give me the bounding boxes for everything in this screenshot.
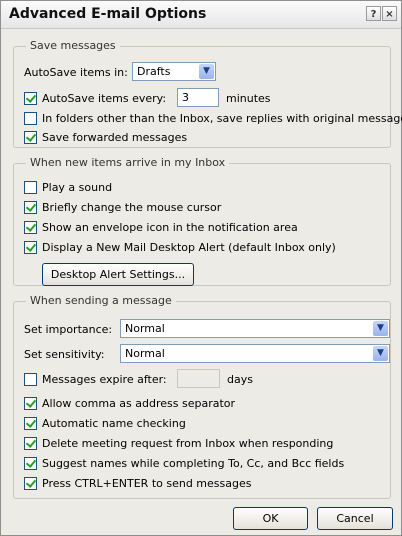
sensitivity-value: Normal [125,347,165,360]
sensitivity-select[interactable]: Normal ▼ [120,344,390,363]
save-messages-group: Save messages AutoSave items in: Drafts … [13,39,402,148]
name-checking-row[interactable]: Automatic name checking [24,417,186,430]
delete-meeting-checkbox[interactable] [24,437,37,450]
autosave-every-label: AutoSave items every: [42,92,167,105]
sensitivity-label: Set sensitivity: [24,348,105,361]
importance-select[interactable]: Normal ▼ [120,319,390,338]
chevron-down-icon[interactable]: ▼ [373,346,388,361]
autosave-in-label: AutoSave items in: [24,66,128,79]
envelope-icon-label: Show an envelope icon in the notificatio… [42,221,298,234]
minutes-label: minutes [226,92,271,105]
comma-separator-checkbox[interactable] [24,397,37,410]
save-replies-checkbox[interactable] [24,112,37,125]
expire-label: Messages expire after: [42,373,167,386]
suggest-names-row[interactable]: Suggest names while completing To, Cc, a… [24,457,344,470]
expire-days-input[interactable] [177,369,220,388]
days-label: days [227,373,253,386]
save-messages-legend: Save messages [26,39,120,52]
autosave-folder-value: Drafts [137,65,171,78]
ok-button[interactable]: OK [233,507,308,530]
sending-group: When sending a message Set importance: N… [13,294,391,499]
autosave-every-row[interactable]: AutoSave items every: [24,92,166,105]
sending-legend: When sending a message [26,294,176,307]
new-items-group: When new items arrive in my Inbox Play a… [13,156,391,286]
cancel-button[interactable]: Cancel [317,507,393,530]
autosave-folder-select[interactable]: Drafts ▼ [132,62,216,81]
save-replies-row[interactable]: In folders other than the Inbox, save re… [24,112,402,125]
autosave-every-checkbox[interactable] [24,92,37,105]
desktop-alert-row[interactable]: Display a New Mail Desktop Alert (defaul… [24,241,336,254]
envelope-icon-checkbox[interactable] [24,221,37,234]
play-sound-checkbox[interactable] [24,181,37,194]
change-cursor-row[interactable]: Briefly change the mouse cursor [24,201,221,214]
expire-row[interactable]: Messages expire after: [24,373,167,386]
suggest-names-label: Suggest names while completing To, Cc, a… [42,457,345,470]
save-replies-label: In folders other than the Inbox, save re… [42,112,402,125]
save-forwarded-row[interactable]: Save forwarded messages [24,131,187,144]
save-forwarded-checkbox[interactable] [24,131,37,144]
play-sound-label: Play a sound [42,181,113,194]
comma-separator-row[interactable]: Allow comma as address separator [24,397,235,410]
new-items-legend: When new items arrive in my Inbox [26,156,230,169]
name-checking-checkbox[interactable] [24,417,37,430]
envelope-icon-row[interactable]: Show an envelope icon in the notificatio… [24,221,298,234]
change-cursor-label: Briefly change the mouse cursor [42,201,222,214]
help-icon[interactable]: ? [366,6,381,21]
importance-label: Set importance: [24,323,113,336]
dialog-title: Advanced E-mail Options [9,6,207,22]
title-bar[interactable]: Advanced E-mail Options ? × [1,1,401,29]
importance-value: Normal [125,322,165,335]
ctrl-enter-row[interactable]: Press CTRL+ENTER to send messages [24,477,251,490]
ctrl-enter-label: Press CTRL+ENTER to send messages [42,477,252,490]
desktop-alert-label: Display a New Mail Desktop Alert (defaul… [42,241,336,254]
name-checking-label: Automatic name checking [42,417,186,430]
ctrl-enter-checkbox[interactable] [24,477,37,490]
comma-separator-label: Allow comma as address separator [42,397,236,410]
chevron-down-icon[interactable]: ▼ [199,64,214,79]
expire-checkbox[interactable] [24,373,37,386]
desktop-alert-settings-button[interactable]: Desktop Alert Settings... [42,263,194,286]
delete-meeting-row[interactable]: Delete meeting request from Inbox when r… [24,437,333,450]
play-sound-row[interactable]: Play a sound [24,181,112,194]
advanced-email-options-dialog: Advanced E-mail Options ? × Save message… [0,0,402,536]
suggest-names-checkbox[interactable] [24,457,37,470]
save-forwarded-label: Save forwarded messages [42,131,188,144]
desktop-alert-checkbox[interactable] [24,241,37,254]
close-icon[interactable]: × [382,6,397,21]
chevron-down-icon[interactable]: ▼ [373,321,388,336]
delete-meeting-label: Delete meeting request from Inbox when r… [42,437,334,450]
autosave-minutes-input[interactable]: 3 [177,88,219,107]
change-cursor-checkbox[interactable] [24,201,37,214]
